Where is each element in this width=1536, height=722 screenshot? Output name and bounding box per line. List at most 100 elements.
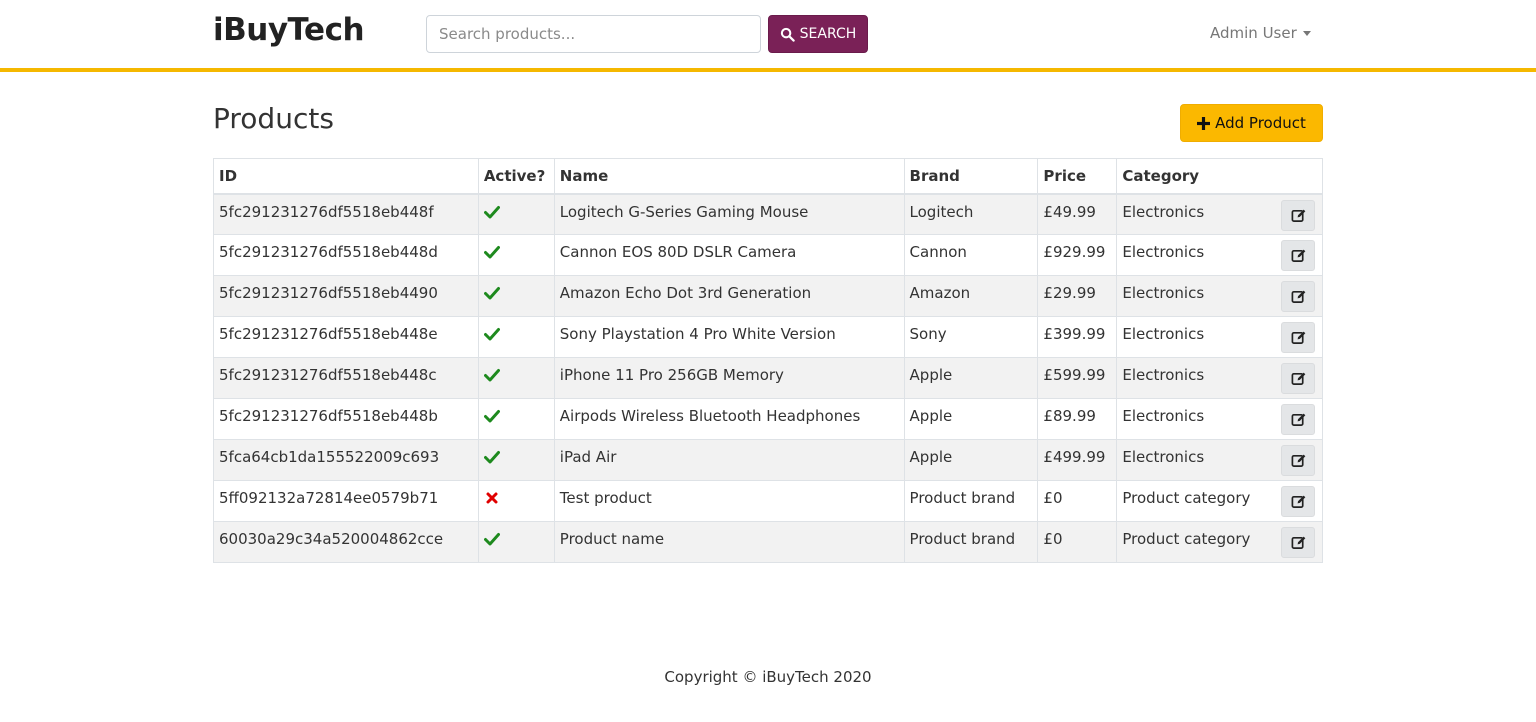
check-icon <box>483 408 549 424</box>
edit-product-button[interactable] <box>1281 486 1315 517</box>
cell-price: £599.99 <box>1037 357 1118 399</box>
cell-brand: Apple <box>903 439 1039 481</box>
add-product-button[interactable]: Add Product <box>1180 104 1323 142</box>
search-icon <box>780 27 795 42</box>
category-label: Product category <box>1122 489 1251 507</box>
table-row: 5fc291231276df5518eb4490 Amazon Echo Dot … <box>213 275 1323 317</box>
cell-brand: Apple <box>903 398 1039 440</box>
cell-active <box>477 398 555 440</box>
caret-down-icon <box>1302 30 1311 36</box>
check-icon <box>483 531 549 547</box>
cell-name: Product name <box>553 521 905 563</box>
column-header-brand: Brand <box>903 158 1039 195</box>
search-input[interactable] <box>426 15 761 53</box>
search-button-label: SEARCH <box>799 26 857 42</box>
cell-price: £29.99 <box>1037 275 1118 317</box>
cell-category: Electronics <box>1116 193 1323 235</box>
check-icon <box>483 204 549 220</box>
cell-category: Electronics <box>1116 316 1323 358</box>
cell-id: 60030a29c34a520004862cce <box>213 521 479 563</box>
edit-icon <box>1291 330 1306 345</box>
cell-active <box>477 193 555 235</box>
cell-active <box>477 357 555 399</box>
cell-active <box>477 316 555 358</box>
edit-product-button[interactable] <box>1281 363 1315 394</box>
edit-icon <box>1291 208 1306 223</box>
cell-id: 5fc291231276df5518eb448b <box>213 398 479 440</box>
cell-price: £929.99 <box>1037 234 1118 276</box>
table-row: 5fc291231276df5518eb448e Sony Playstation… <box>213 316 1323 358</box>
navbar: iBuyTech SEARCH Admin User <box>0 0 1536 72</box>
cell-brand: Sony <box>903 316 1039 358</box>
category-label: Electronics <box>1122 366 1205 384</box>
edit-product-button[interactable] <box>1281 404 1315 435</box>
edit-product-button[interactable] <box>1281 445 1315 476</box>
cell-price: £0 <box>1037 480 1118 522</box>
check-icon <box>483 285 549 301</box>
edit-icon <box>1291 248 1306 263</box>
cell-name: iPad Air <box>553 439 905 481</box>
brand-logo[interactable]: iBuyTech <box>213 12 365 48</box>
cell-category: Electronics <box>1116 275 1323 317</box>
footer-copyright: Copyright © iBuyTech 2020 <box>664 668 872 686</box>
edit-product-button[interactable] <box>1281 281 1315 312</box>
cell-brand: Product brand <box>903 480 1039 522</box>
cell-brand: Product brand <box>903 521 1039 563</box>
products-table: ID Active? Name Brand Price Category 5fc… <box>213 158 1323 563</box>
category-label: Electronics <box>1122 448 1205 466</box>
plus-icon <box>1197 116 1211 130</box>
edit-product-button[interactable] <box>1281 199 1315 231</box>
edit-icon <box>1291 289 1306 304</box>
cell-brand: Logitech <box>903 193 1039 235</box>
table-row: 5fc291231276df5518eb448c iPhone 11 Pro 25… <box>213 357 1323 399</box>
user-menu-label: Admin User <box>1210 24 1297 42</box>
category-label: Electronics <box>1122 407 1205 425</box>
cell-price: £89.99 <box>1037 398 1118 440</box>
cell-category: Electronics <box>1116 357 1323 399</box>
table-row: 5fc291231276df5518eb448f Logitech G-Serie… <box>213 193 1323 235</box>
cell-price: £499.99 <box>1037 439 1118 481</box>
cell-name: Logitech G-Series Gaming Mouse <box>553 193 905 235</box>
check-icon <box>483 367 549 383</box>
cell-active <box>477 234 555 276</box>
search-button[interactable]: SEARCH <box>768 15 868 53</box>
cell-id: 5fc291231276df5518eb448d <box>213 234 479 276</box>
category-label: Electronics <box>1122 325 1205 343</box>
edit-icon <box>1291 453 1306 468</box>
column-header-id: ID <box>213 158 479 195</box>
column-header-price: Price <box>1037 158 1118 195</box>
check-icon <box>483 244 549 260</box>
cross-icon <box>484 490 549 506</box>
cell-id: 5ff092132a72814ee0579b71 <box>213 480 479 522</box>
check-icon <box>483 449 549 465</box>
user-menu-dropdown[interactable]: Admin User <box>1210 24 1311 42</box>
edit-icon <box>1291 371 1306 386</box>
edit-product-button[interactable] <box>1281 240 1315 271</box>
cell-active <box>477 480 555 522</box>
cell-category: Electronics <box>1116 439 1323 481</box>
cell-category: Electronics <box>1116 234 1323 276</box>
column-header-name: Name <box>553 158 905 195</box>
column-header-category: Category <box>1116 158 1323 195</box>
cell-category: Electronics <box>1116 398 1323 440</box>
cell-active <box>477 521 555 563</box>
edit-product-button[interactable] <box>1281 322 1315 353</box>
category-label: Electronics <box>1122 284 1205 302</box>
cell-category: Product category <box>1116 480 1323 522</box>
cell-id: 5fc291231276df5518eb448f <box>213 193 479 235</box>
edit-icon <box>1291 494 1306 509</box>
cell-name: Test product <box>553 480 905 522</box>
add-product-label: Add Product <box>1215 114 1306 132</box>
cell-id: 5fca64cb1da155522009c693 <box>213 439 479 481</box>
cell-id: 5fc291231276df5518eb448e <box>213 316 479 358</box>
column-header-active: Active? <box>477 158 555 195</box>
edit-icon <box>1291 535 1306 550</box>
table-row: 60030a29c34a520004862cce Product name Prod… <box>213 521 1323 563</box>
cell-name: Sony Playstation 4 Pro White Version <box>553 316 905 358</box>
cell-name: Airpods Wireless Bluetooth Headphones <box>553 398 905 440</box>
cell-name: iPhone 11 Pro 256GB Memory <box>553 357 905 399</box>
cell-id: 5fc291231276df5518eb4490 <box>213 275 479 317</box>
cell-active <box>477 439 555 481</box>
table-header-row: ID Active? Name Brand Price Category <box>213 158 1323 195</box>
edit-product-button[interactable] <box>1281 527 1315 558</box>
